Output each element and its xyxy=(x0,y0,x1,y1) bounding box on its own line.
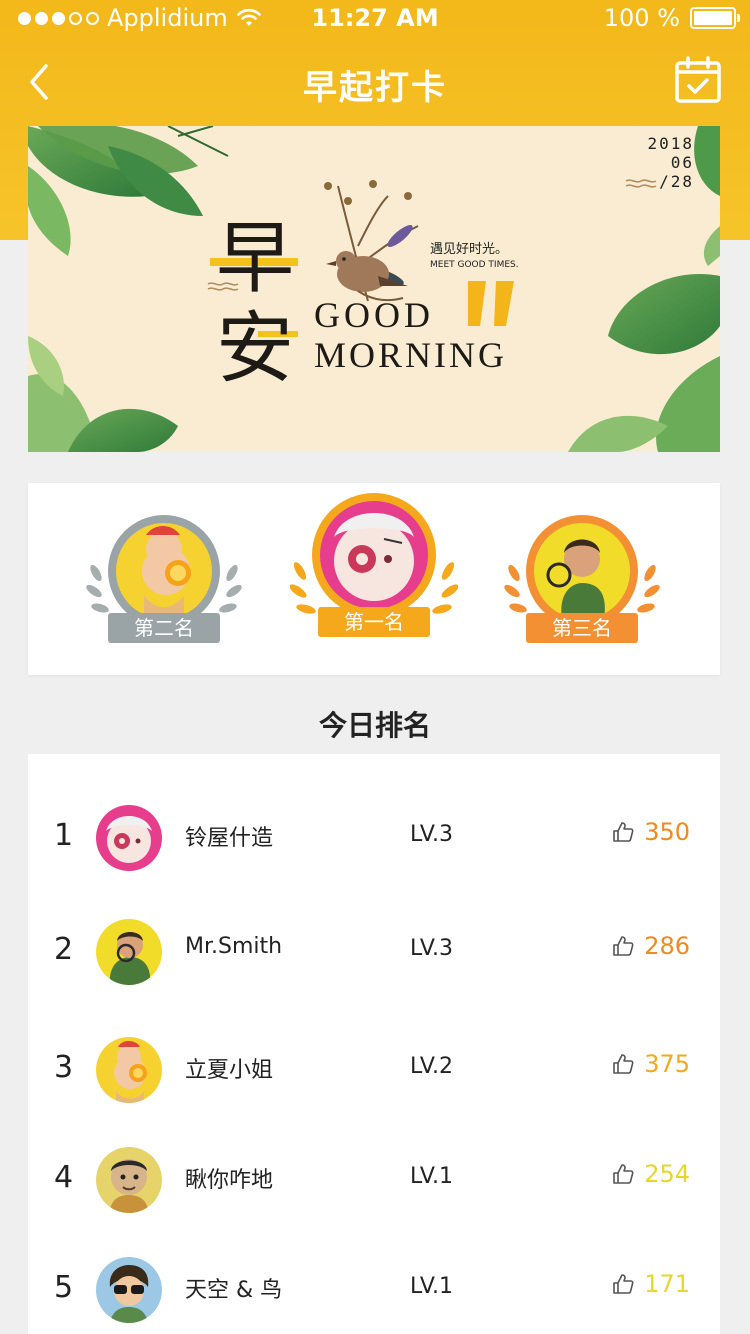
like-button[interactable]: 286 xyxy=(612,932,690,960)
like-button[interactable]: 350 xyxy=(612,818,690,846)
status-bar: Applidium 11:27 AM 100 % xyxy=(0,0,750,40)
user-level: LV.2 xyxy=(410,1054,454,1079)
banner-good: GOOD xyxy=(314,295,434,335)
navigation-bar: 早起打卡 xyxy=(0,42,750,122)
bird-illustration xyxy=(324,180,419,302)
user-name: 天空 & 鸟 xyxy=(185,1278,283,1303)
avatar[interactable] xyxy=(96,805,162,871)
ranking-title: 今日排名 xyxy=(318,709,431,742)
avatar[interactable] xyxy=(96,1037,162,1103)
podium-second[interactable]: 第二名 xyxy=(84,513,244,643)
banner-tagline-en: MEET GOOD TIMES. xyxy=(430,260,519,270)
like-count: 171 xyxy=(644,1270,690,1298)
thumbs-up-icon xyxy=(613,1054,634,1074)
banner-morning: MORNING xyxy=(314,335,508,375)
avatar[interactable] xyxy=(96,1257,162,1323)
rank-number: 1 xyxy=(54,818,74,853)
user-level: LV.3 xyxy=(410,936,454,961)
like-count: 350 xyxy=(644,818,690,846)
like-button[interactable]: 375 xyxy=(612,1050,690,1078)
rank-number: 5 xyxy=(54,1270,74,1305)
user-level: LV.3 xyxy=(410,822,454,847)
quote-mark xyxy=(468,281,486,326)
user-name: 立夏小姐 xyxy=(185,1058,274,1083)
podium-third-label: 第三名 xyxy=(526,613,638,643)
user-name: 铃屋什造 xyxy=(185,826,274,851)
leaf-icon xyxy=(28,126,229,256)
podium-first-label: 第一名 xyxy=(318,607,430,637)
thumbs-up-icon xyxy=(613,1164,634,1184)
rank-number: 4 xyxy=(54,1160,74,1195)
like-count: 254 xyxy=(644,1160,690,1188)
ranking-row[interactable]: 5 天空 & 鸟 LV.1 171 xyxy=(28,1250,720,1330)
like-button[interactable]: 171 xyxy=(612,1270,690,1298)
calendar-check-icon[interactable] xyxy=(674,56,722,104)
user-level: LV.1 xyxy=(410,1274,454,1299)
quote-mark xyxy=(494,281,514,326)
leaf-icon xyxy=(28,336,178,452)
thumbs-up-icon xyxy=(613,1274,634,1294)
banner-date-year: 2018 xyxy=(647,134,694,153)
banner-tagline-cn: 遇见好时光。 xyxy=(430,242,509,257)
like-button[interactable]: 254 xyxy=(612,1160,690,1188)
avatar[interactable] xyxy=(96,1147,162,1213)
avatar[interactable] xyxy=(96,919,162,985)
podium-first[interactable]: 第一名 xyxy=(290,491,458,643)
ranking-row[interactable]: 1 铃屋什造 LV.3 350 xyxy=(28,798,720,878)
ranking-row[interactable]: 2 Mr.Smith LV.3 286 xyxy=(28,912,720,992)
podium-second-label: 第二名 xyxy=(108,613,220,643)
rank-number: 2 xyxy=(54,932,74,967)
user-name: Mr.Smith xyxy=(185,934,283,959)
podium-third[interactable]: 第三名 xyxy=(502,513,662,643)
status-right: 100 % xyxy=(603,4,740,32)
banner-char-an: 安 xyxy=(216,304,295,394)
ranking-row[interactable]: 3 立夏小姐 LV.2 375 xyxy=(28,1030,720,1110)
battery-icon xyxy=(690,7,740,29)
top-three-podium: 第二名 第一名 第三名 xyxy=(28,483,720,675)
banner-artwork xyxy=(28,126,720,452)
battery-percent: 100 % xyxy=(603,4,680,32)
like-count: 286 xyxy=(644,932,690,960)
user-level: LV.1 xyxy=(410,1164,454,1189)
ranking-list: 1 铃屋什造 LV.3 350 2 Mr.Smith LV.3 286 3 立夏… xyxy=(28,754,720,1334)
ranking-row[interactable]: 4 瞅你咋地 LV.1 254 xyxy=(28,1140,720,1220)
thumbs-up-icon xyxy=(613,936,634,956)
leaf-icon xyxy=(568,126,720,452)
banner-date-month: 06 xyxy=(670,153,694,172)
user-name: 瞅你咋地 xyxy=(185,1168,274,1193)
rank-number: 3 xyxy=(54,1050,74,1085)
page-title: 早起打卡 xyxy=(303,68,447,108)
good-morning-banner[interactable]: 早 安 GOOD MORNING 遇见好时光。 MEET GOOD TIMES.… xyxy=(28,126,720,452)
thumbs-up-icon xyxy=(613,822,634,842)
banner-date-day: /28 xyxy=(659,172,694,191)
like-count: 375 xyxy=(644,1050,690,1078)
